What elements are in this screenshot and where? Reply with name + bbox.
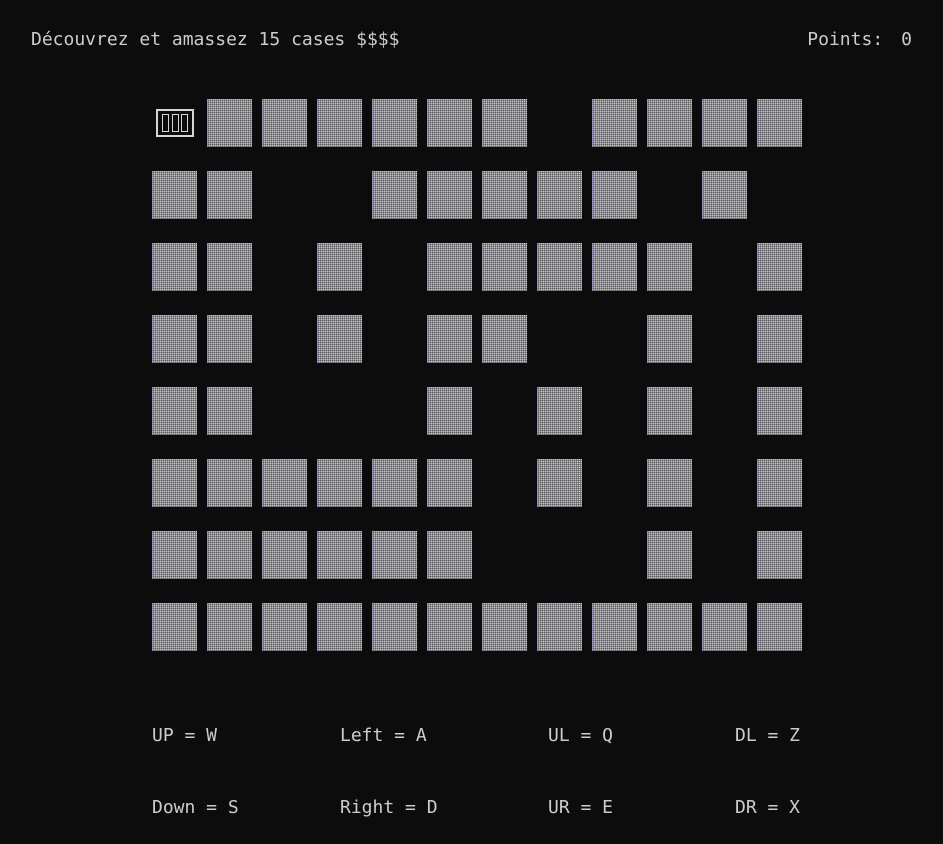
board-tile xyxy=(482,171,527,219)
board-tile xyxy=(317,243,362,291)
board-tile xyxy=(317,531,362,579)
board-tile xyxy=(482,603,527,651)
board-tile xyxy=(207,603,252,651)
board-tile xyxy=(537,243,582,291)
board-tile xyxy=(262,603,307,651)
board-tile xyxy=(757,387,802,435)
control-right: Right = D xyxy=(340,797,438,818)
control-up: UP = W xyxy=(152,725,218,746)
board-tile xyxy=(647,459,692,507)
control-dr: DR = X xyxy=(735,797,801,818)
board-tile xyxy=(537,387,582,435)
board-tile xyxy=(427,243,472,291)
board-tile xyxy=(757,243,802,291)
game-board xyxy=(0,0,943,741)
board-tile xyxy=(207,99,252,147)
board-tile xyxy=(592,99,637,147)
board-tile xyxy=(372,459,417,507)
control-dl: DL = Z xyxy=(735,725,801,746)
board-tile xyxy=(152,459,197,507)
player-icon-segment xyxy=(180,114,188,132)
board-tile xyxy=(152,243,197,291)
board-tile xyxy=(702,603,747,651)
board-tile xyxy=(757,99,802,147)
control-ur: UR = E xyxy=(548,797,614,818)
board-tile xyxy=(427,531,472,579)
board-tile xyxy=(647,315,692,363)
board-tile xyxy=(152,531,197,579)
board-tile xyxy=(372,531,417,579)
board-tile xyxy=(427,99,472,147)
board-tile xyxy=(207,315,252,363)
board-tile xyxy=(207,387,252,435)
board-tile xyxy=(207,459,252,507)
board-tile xyxy=(427,171,472,219)
board-tile xyxy=(647,243,692,291)
board-tile xyxy=(152,387,197,435)
board-tile xyxy=(262,99,307,147)
control-down: Down = S xyxy=(152,797,239,818)
board-tile xyxy=(262,459,307,507)
board-tile xyxy=(702,99,747,147)
player-icon-segment xyxy=(162,114,170,132)
board-tile xyxy=(317,459,362,507)
board-tile xyxy=(757,459,802,507)
controls-diagonal-up: UL = Q UR = E xyxy=(548,676,613,844)
board-tile xyxy=(757,531,802,579)
board-tile xyxy=(427,459,472,507)
board-tile xyxy=(647,387,692,435)
board-tile xyxy=(647,99,692,147)
board-tile xyxy=(647,603,692,651)
board-tile xyxy=(592,603,637,651)
board-tile xyxy=(372,171,417,219)
board-tile xyxy=(207,531,252,579)
controls-horizontal: Left = A Right = D xyxy=(340,676,438,844)
board-tile xyxy=(262,531,307,579)
control-left: Left = A xyxy=(340,725,427,746)
board-tile xyxy=(152,603,197,651)
board-tile xyxy=(757,315,802,363)
board-tile xyxy=(757,603,802,651)
player-icon-segment xyxy=(171,114,179,132)
board-tile xyxy=(207,243,252,291)
board-tile xyxy=(317,315,362,363)
controls-diagonal-down: DL = Z DR = X xyxy=(735,676,800,844)
board-tile xyxy=(207,171,252,219)
board-tile xyxy=(592,243,637,291)
board-tile xyxy=(537,603,582,651)
board-tile xyxy=(647,531,692,579)
board-tile xyxy=(482,243,527,291)
board-tile xyxy=(317,99,362,147)
board-tile xyxy=(592,171,637,219)
board-tile xyxy=(152,315,197,363)
board-tile xyxy=(482,315,527,363)
control-ul: UL = Q xyxy=(548,725,614,746)
controls-vertical: UP = W Down = S xyxy=(152,676,239,844)
board-tile xyxy=(372,603,417,651)
board-tile xyxy=(372,99,417,147)
board-tile xyxy=(537,459,582,507)
player-icon xyxy=(156,109,194,137)
board-tile xyxy=(427,603,472,651)
board-tile xyxy=(152,171,197,219)
board-tile xyxy=(317,603,362,651)
board-tile xyxy=(702,171,747,219)
board-tile xyxy=(482,99,527,147)
board-tile xyxy=(427,315,472,363)
board-tile xyxy=(427,387,472,435)
board-tile xyxy=(537,171,582,219)
